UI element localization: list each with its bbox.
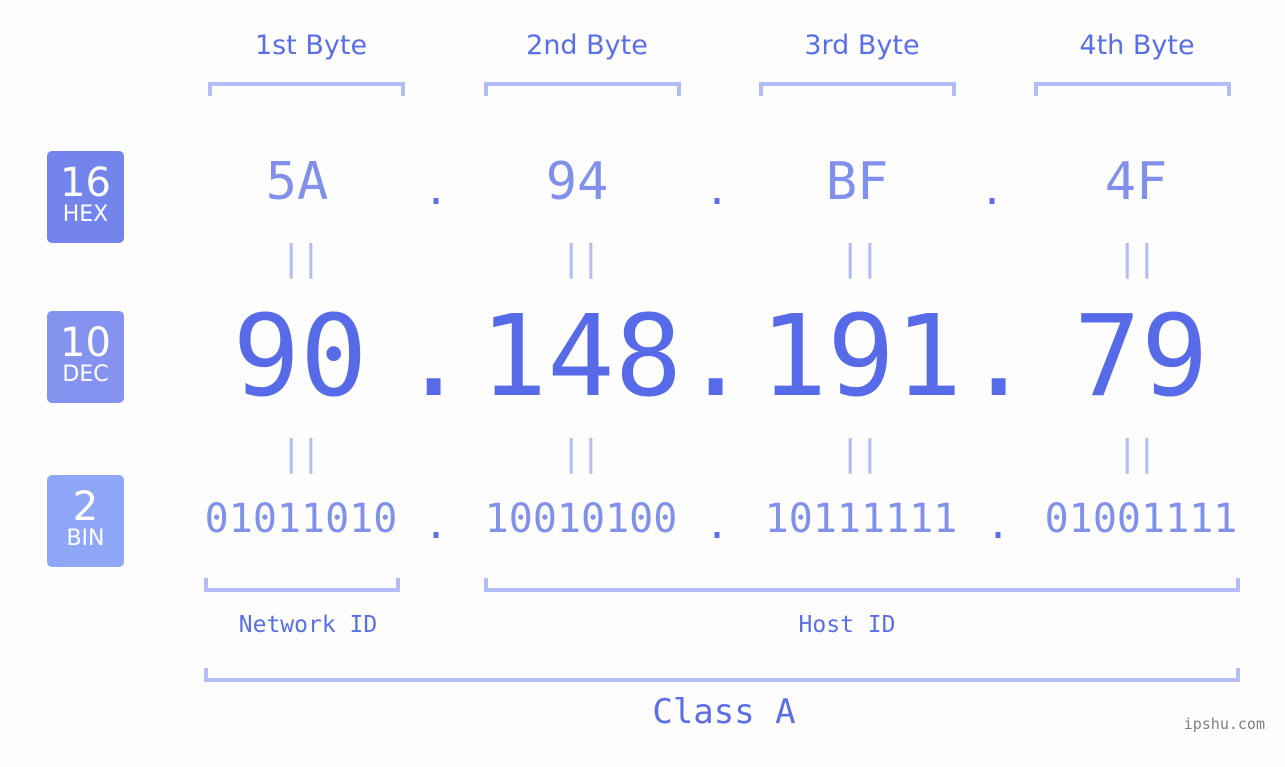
equals-sign: || — [280, 433, 321, 474]
equals-sign: || — [839, 433, 880, 474]
watermark: ipshu.com — [1183, 715, 1265, 733]
equals-sign: || — [1116, 238, 1157, 279]
class-label: Class A — [652, 692, 796, 732]
bin-byte-2: 10010100 — [484, 496, 678, 542]
dec-label: DEC — [62, 362, 109, 387]
hex-badge: 16 HEX — [47, 151, 124, 243]
dec-byte-3: 191 — [759, 292, 963, 422]
dec-byte-2: 148 — [479, 292, 683, 422]
equals-sign: || — [280, 238, 321, 279]
hex-base: 16 — [60, 160, 111, 206]
host-id-label: Host ID — [798, 612, 896, 638]
hex-byte-4: 4F — [1104, 152, 1168, 212]
bin-badge: 2 BIN — [47, 475, 124, 567]
byte-bracket-1 — [208, 82, 405, 96]
equals-sign: || — [560, 433, 601, 474]
bin-byte-3: 10111111 — [764, 496, 958, 542]
dec-badge: 10 DEC — [47, 311, 124, 403]
hex-separator-2: . — [705, 168, 730, 214]
bin-separator-2: . — [705, 502, 730, 548]
byte-header-4: 4th Byte — [1079, 30, 1195, 61]
hex-separator-3: . — [980, 168, 1005, 214]
hex-byte-1: 5A — [265, 152, 329, 212]
hex-label: HEX — [62, 202, 109, 227]
byte-header-1: 1st Byte — [254, 30, 368, 61]
bin-byte-1: 01011010 — [204, 496, 398, 542]
dec-base: 10 — [60, 320, 111, 366]
byte-bracket-2 — [484, 82, 681, 96]
bin-base: 2 — [72, 484, 99, 530]
hex-byte-2: 94 — [545, 152, 609, 212]
hex-byte-3: BF — [825, 152, 889, 212]
network-id-bracket — [204, 578, 400, 592]
host-id-bracket — [484, 578, 1240, 592]
equals-sign: || — [839, 238, 880, 279]
bin-separator-1: . — [424, 502, 449, 548]
dec-byte-4: 79 — [1073, 292, 1209, 422]
hex-separator-1: . — [424, 168, 449, 214]
class-bracket — [204, 668, 1240, 682]
bin-byte-4: 01001111 — [1044, 496, 1238, 542]
bin-separator-3: . — [986, 502, 1011, 548]
dec-byte-1: 90 — [232, 292, 368, 422]
equals-sign: || — [560, 238, 601, 279]
byte-bracket-3 — [759, 82, 956, 96]
byte-bracket-4 — [1034, 82, 1231, 96]
equals-sign: || — [1116, 433, 1157, 474]
bin-label: BIN — [66, 526, 105, 551]
network-id-label: Network ID — [238, 612, 378, 638]
byte-header-3: 3rd Byte — [804, 30, 920, 61]
byte-header-2: 2nd Byte — [526, 30, 648, 61]
